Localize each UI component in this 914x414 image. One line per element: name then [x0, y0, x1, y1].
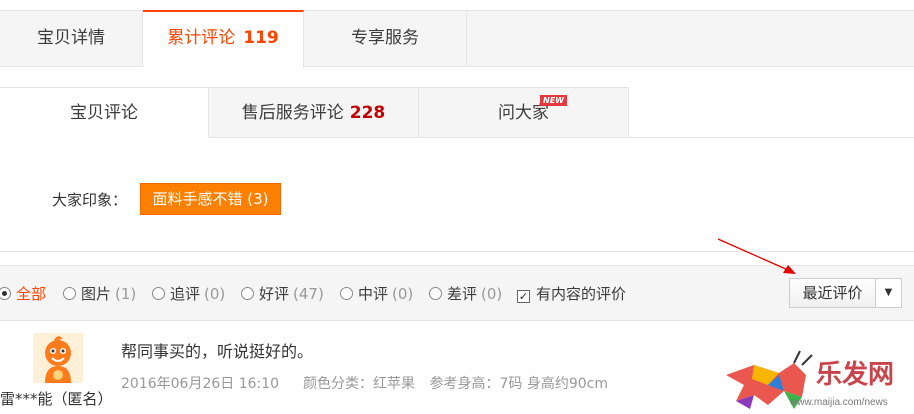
- radio-icon[interactable]: [340, 287, 353, 300]
- svg-text:乐发网: 乐发网: [816, 359, 894, 390]
- radio-icon[interactable]: [241, 287, 254, 300]
- review-count: 119: [243, 28, 279, 48]
- chevron-down-icon[interactable]: ▼: [876, 279, 901, 307]
- filter-followup[interactable]: 追评 (0): [152, 284, 225, 304]
- aftersale-count: 228: [349, 103, 386, 123]
- sort-dropdown[interactable]: 最近评价 ▼: [789, 278, 902, 308]
- tab-cumulative-reviews[interactable]: 累计评论 119: [143, 10, 304, 68]
- radio-icon[interactable]: [429, 287, 442, 300]
- watermark-url: www.maijia.com/news: [790, 397, 888, 408]
- avatar-icon: [33, 333, 83, 383]
- sort-selected-value[interactable]: 最近评价: [790, 279, 876, 307]
- filter-count: (0): [204, 285, 226, 303]
- review-date: 2016年06月26日 16:10: [121, 376, 280, 392]
- checkbox-icon[interactable]: ✓: [517, 290, 530, 303]
- filter-all[interactable]: 全部: [0, 284, 46, 304]
- filter-label: 中评: [358, 285, 389, 303]
- radio-icon[interactable]: [63, 287, 76, 300]
- radio-icon[interactable]: [152, 287, 165, 300]
- impression-tag-button[interactable]: 面料手感不错 (3): [140, 183, 281, 215]
- reviewer-name: 雷***能（匿名）: [0, 390, 113, 408]
- new-badge: NEW: [540, 95, 567, 106]
- radio-icon[interactable]: [0, 287, 11, 300]
- review-height: 参考身高：7码 身高约90cm: [429, 376, 609, 392]
- filter-count: (0): [481, 285, 503, 303]
- tab-item-details[interactable]: 宝贝详情: [0, 10, 143, 67]
- filter-count: (47): [293, 285, 324, 303]
- tab-exclusive-service[interactable]: 专享服务: [304, 10, 467, 67]
- filter-positive[interactable]: 好评 (47): [241, 284, 324, 304]
- filter-label: 全部: [16, 285, 47, 303]
- tab-label: 宝贝详情: [37, 28, 105, 48]
- review-text: 帮同事买的，听说挺好的。: [121, 342, 314, 361]
- filter-label: 图片: [81, 285, 112, 303]
- sub-tab-bar: 宝贝评论 售后服务评论 228 问大家: [0, 87, 914, 138]
- subtab-aftersale-reviews[interactable]: 售后服务评论 228: [208, 87, 419, 138]
- impression-label: 大家印象：: [52, 191, 128, 209]
- filter-count: (1): [115, 285, 137, 303]
- filter-negative[interactable]: 差评 (0): [429, 284, 502, 304]
- tab-label: 专享服务: [351, 28, 419, 48]
- subtab-label: 问大家: [498, 103, 549, 123]
- review-meta: 2016年06月26日 16:10 颜色分类：红苹果 参考身高：7码 身高约90c…: [121, 373, 608, 393]
- avatar[interactable]: [33, 333, 83, 383]
- filter-label: 好评: [259, 285, 290, 303]
- main-tab-bar: 宝贝详情 累计评论 119 专享服务: [0, 10, 914, 68]
- filter-count: (0): [392, 285, 414, 303]
- review-filter-bar: 全部 图片 (1) 追评 (0) 好评 (47) 中评 (0) 差评 (0) ✓ 有内容的评…: [0, 265, 914, 321]
- checkbox-label: 有内容的评价: [536, 285, 627, 303]
- divider: [0, 251, 914, 252]
- subtab-label: 宝贝评论: [70, 103, 138, 123]
- filter-label: 差评: [447, 285, 478, 303]
- tab-label: 累计评论: [167, 28, 236, 48]
- filter-label: 追评: [170, 285, 201, 303]
- subtab-label: 售后服务评论: [241, 103, 344, 123]
- filter-neutral[interactable]: 中评 (0): [340, 284, 413, 304]
- subtab-ask-everyone[interactable]: 问大家: [418, 87, 629, 138]
- review-color: 颜色分类：红苹果: [303, 376, 416, 392]
- subtab-item-reviews[interactable]: 宝贝评论: [0, 87, 209, 138]
- filter-images[interactable]: 图片 (1): [63, 284, 136, 304]
- filter-has-content[interactable]: ✓ 有内容的评价: [517, 284, 626, 304]
